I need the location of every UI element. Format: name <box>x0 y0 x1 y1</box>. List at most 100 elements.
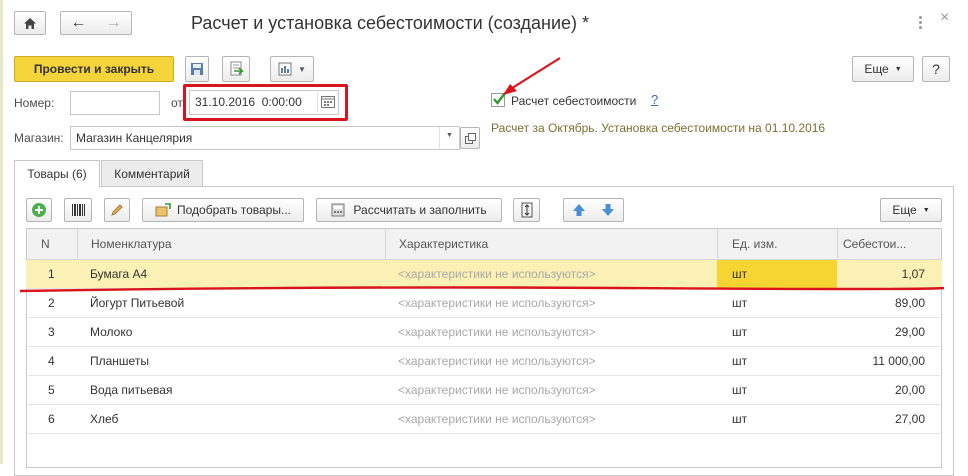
post-and-close-button[interactable]: Провести и закрыть <box>14 56 174 82</box>
col-divider <box>77 229 78 259</box>
store-open-button[interactable] <box>460 127 480 149</box>
cell-item: Вода питьевая <box>90 383 173 397</box>
col-header-cost[interactable]: Себестои... <box>843 229 906 259</box>
col-header-item[interactable]: Номенклатура <box>91 229 172 259</box>
nav-history-group: ← → <box>60 11 132 35</box>
cell-n: 5 <box>48 383 55 397</box>
back-arrow-icon[interactable]: ← <box>71 15 87 31</box>
window-border <box>0 0 3 464</box>
cell-n: 2 <box>48 296 55 310</box>
col-divider <box>837 229 838 259</box>
home-button[interactable] <box>14 11 46 35</box>
post-document-icon <box>230 61 244 76</box>
cell-n: 4 <box>48 354 55 368</box>
fit-height-button[interactable] <box>513 198 540 222</box>
number-label: Номер: <box>14 96 55 110</box>
col-divider <box>385 229 386 259</box>
barcode-button[interactable] <box>64 198 92 222</box>
cell-unit: шт <box>732 383 748 397</box>
col-header-characteristic[interactable]: Характеристика <box>399 229 488 259</box>
move-down-icon[interactable] <box>601 203 615 217</box>
forward-arrow-icon[interactable]: → <box>106 15 122 31</box>
open-form-icon <box>464 132 476 144</box>
cell-unit: шт <box>732 325 748 339</box>
cell-item: Хлеб <box>90 412 119 426</box>
add-icon <box>32 203 46 217</box>
col-divider <box>717 229 718 259</box>
cell-characteristic: <характеристики не используются> <box>398 383 596 397</box>
window-menu-icon[interactable] <box>917 14 931 29</box>
date-from-label: от <box>171 96 183 110</box>
cell-characteristic: <характеристики не используются> <box>398 296 596 310</box>
close-icon[interactable]: × <box>940 9 949 27</box>
tab-comment-label: Комментарий <box>114 167 190 181</box>
cell-characteristic: <характеристики не используются> <box>398 354 596 368</box>
save-button[interactable] <box>185 56 209 82</box>
cell-n: 3 <box>48 325 55 339</box>
chevron-down-icon: ▼ <box>922 206 930 214</box>
edit-button[interactable] <box>104 198 130 222</box>
pick-goods-icon <box>155 203 171 217</box>
tab-goods-label: Товары (6) <box>27 167 87 181</box>
more-label: Еще <box>864 62 889 76</box>
annotation-arrow <box>503 57 561 95</box>
table-row[interactable]: 6 Хлеб <характеристики не используются> … <box>26 405 942 434</box>
barcode-icon <box>72 204 85 216</box>
post-button[interactable] <box>222 56 250 82</box>
cell-cost: 27,00 <box>894 412 925 426</box>
cell-cost: 29,00 <box>894 325 925 339</box>
pick-goods-button[interactable]: Подобрать товары... <box>142 198 304 222</box>
report-icon <box>278 62 292 76</box>
expand-vertical-icon <box>521 202 532 218</box>
table-more-label: Еще <box>892 203 917 217</box>
chevron-down-icon: ▼ <box>298 64 306 74</box>
calc-fill-label: Рассчитать и заполнить <box>353 203 487 217</box>
cell-cost: 11 000,00 <box>872 354 926 368</box>
table-row[interactable]: 2 Йогурт Питьевой <характеристики не исп… <box>26 289 942 318</box>
home-icon <box>24 17 36 29</box>
store-value: Магазин Канцелярия <box>76 131 193 145</box>
help-button[interactable]: ? <box>922 56 950 82</box>
table-row[interactable]: 5 Вода питьевая <характеристики не испол… <box>26 376 942 405</box>
cell-characteristic: <характеристики не используются> <box>398 412 596 426</box>
tab-comment[interactable]: Комментарий <box>101 160 203 186</box>
table-header: N Номенклатура Характеристика Ед. изм. С… <box>27 229 941 260</box>
col-header-n[interactable]: N <box>41 229 50 259</box>
save-icon <box>191 63 203 75</box>
table-row[interactable]: 4 Планшеты <характеристики не используют… <box>26 347 942 376</box>
calculator-icon <box>331 203 345 217</box>
reports-dropdown-button[interactable]: ▼ <box>270 56 314 82</box>
calc-fill-button[interactable]: Рассчитать и заполнить <box>316 198 502 222</box>
cell-unit: шт <box>732 296 748 310</box>
cell-characteristic: <характеристики не используются> <box>398 325 596 339</box>
cell-cost: 20,00 <box>894 383 925 397</box>
store-dropdown-button[interactable]: ▼ <box>439 127 459 149</box>
table-row[interactable]: 3 Молоко <характеристики не используются… <box>26 318 942 347</box>
chevron-down-icon: ▼ <box>446 132 453 139</box>
cell-unit: шт <box>732 412 748 426</box>
add-row-button[interactable] <box>26 198 52 222</box>
cell-unit: шт <box>732 354 748 368</box>
cell-n: 6 <box>48 412 55 426</box>
tab-active-joiner <box>15 185 99 187</box>
chevron-down-icon: ▼ <box>894 65 902 73</box>
store-label: Магазин: <box>14 131 64 145</box>
cost-calc-info-text: Расчет за Октябрь. Установка себестоимос… <box>491 121 826 135</box>
pencil-icon <box>111 204 123 216</box>
annotation-highlight-box <box>183 84 348 121</box>
page-title: Расчет и установка себестоимости (создан… <box>191 13 590 33</box>
table-more-button[interactable]: Еще ▼ <box>880 198 942 222</box>
cost-calc-help-link[interactable]: ? <box>651 92 658 107</box>
cell-cost: 89,00 <box>894 296 925 310</box>
cell-item: Йогурт Питьевой <box>90 296 185 310</box>
cell-item: Молоко <box>90 325 133 339</box>
number-input[interactable] <box>70 91 160 115</box>
store-input[interactable]: Магазин Канцелярия <box>70 126 460 150</box>
pick-goods-label: Подобрать товары... <box>177 203 291 217</box>
col-header-unit[interactable]: Ед. изм. <box>732 229 777 259</box>
more-button[interactable]: Еще ▼ <box>852 56 914 82</box>
tab-goods[interactable]: Товары (6) <box>14 160 100 187</box>
cell-item: Планшеты <box>90 354 149 368</box>
move-group <box>563 198 624 222</box>
move-up-icon[interactable] <box>572 203 586 217</box>
